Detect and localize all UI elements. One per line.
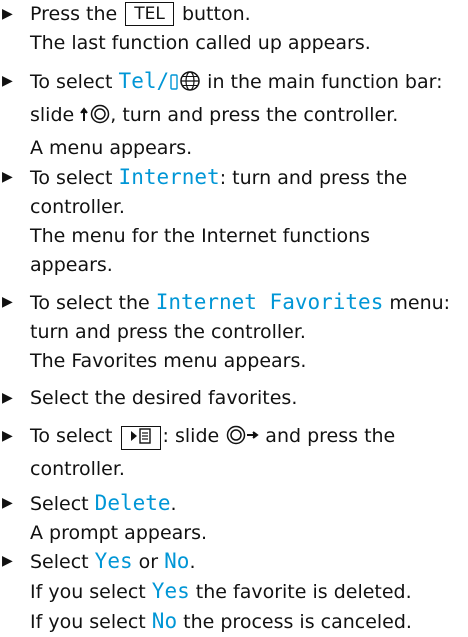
globe-icon <box>179 70 201 101</box>
menu-tel: Tel/ <box>119 69 180 93</box>
step-1: ▶ Press the TEL button. The last functio… <box>0 0 462 58</box>
step-4: ▶ To select the Internet Favorites menu:… <box>0 288 462 376</box>
bullet-icon: ▶ <box>2 553 13 569</box>
step-3-line-4: appears. <box>30 254 113 276</box>
options-menu-icon <box>120 426 161 450</box>
tel-key: TEL <box>125 2 174 26</box>
step-4-line-2: turn and press the controller. <box>30 321 306 343</box>
step-7-line-2: A prompt appears. <box>30 522 208 544</box>
bullet-icon: ▶ <box>2 294 13 310</box>
step-5-line-1: Select the desired favorites. <box>30 387 298 409</box>
step-3-line-2: controller. <box>30 196 125 218</box>
bullet-icon: ▶ <box>2 495 13 511</box>
step-6: ▶ To select : slide and press the contro… <box>0 422 462 484</box>
step-3: ▶ To select Internet: turn and press the… <box>0 163 462 280</box>
option-yes-inline: Yes <box>151 579 190 603</box>
phone-icon <box>169 71 179 100</box>
option-no: No <box>164 549 190 573</box>
menu-delete: Delete <box>94 491 171 515</box>
slide-up-controller-icon <box>80 103 110 134</box>
step-1-line-1: Press the TEL button. <box>30 2 251 26</box>
step-4-line-1: To select the Internet Favorites menu: <box>30 290 451 314</box>
step-2-line-3: A menu appears. <box>30 137 193 159</box>
step-2-line-1: To select Tel/ in the main function bar: <box>0 67 462 101</box>
step-4-line-3: The Favorites menu appears. <box>30 350 307 372</box>
step-2-line-2: slide , turn and press the controller. <box>0 101 462 134</box>
bullet-icon: ▶ <box>2 390 13 406</box>
step-7-line-1: Select Delete. <box>30 491 177 515</box>
slide-right-controller-icon <box>225 424 259 455</box>
step-7: ▶ Select Delete. A prompt appears. <box>0 489 462 548</box>
menu-internet-favorites: Internet Favorites <box>155 290 384 314</box>
bullet-icon: ▶ <box>2 169 13 185</box>
bullet-icon: ▶ <box>2 73 13 89</box>
step-3-line-3: The menu for the Internet functions <box>30 225 371 247</box>
step-6-line-1: To select : slide and press the <box>0 422 462 455</box>
step-8-line-2: If you select Yes the favorite is delete… <box>30 579 412 603</box>
bullet-icon: ▶ <box>2 428 13 444</box>
step-3-line-1: To select Internet: turn and press the <box>30 165 408 189</box>
bullet-icon: ▶ <box>2 6 13 22</box>
instruction-page: ▶ Press the TEL button. The last functio… <box>0 0 468 635</box>
option-no-inline: No <box>151 609 178 633</box>
option-yes: Yes <box>94 549 133 573</box>
step-8-line-1: Select Yes or No. <box>30 549 196 573</box>
menu-internet: Internet <box>118 165 220 189</box>
step-8-line-3: If you select No the process is canceled… <box>30 609 412 633</box>
step-5: ▶ Select the desired favorites. <box>0 384 462 413</box>
step-1-line-2: The last function called up appears. <box>30 32 371 54</box>
step-2: ▶ To select Tel/ in the main function ba… <box>0 67 462 163</box>
step-6-line-2: controller. <box>30 458 125 480</box>
step-8: ▶ Select Yes or No. If you select Yes th… <box>0 547 462 637</box>
